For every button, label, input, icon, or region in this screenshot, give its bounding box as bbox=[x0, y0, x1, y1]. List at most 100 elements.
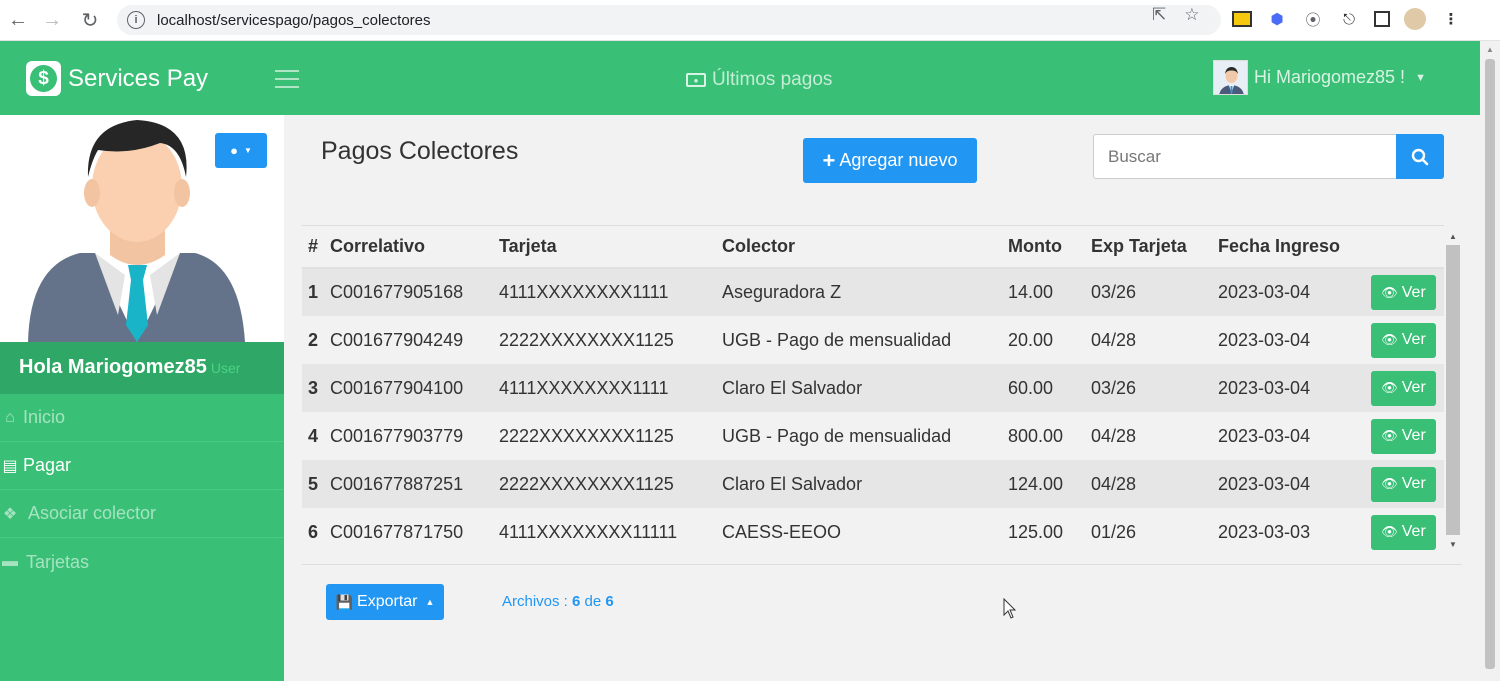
table-row: 5 C001677887251 2222XXXXXXXX1125 Claro E… bbox=[302, 460, 1444, 508]
sidebar: ● ▼ Hola Mariogomez85 User ⌂ Inicio ▤ Pag… bbox=[0, 115, 284, 681]
cell-tarjeta: 4111XXXXXXXX1111 bbox=[499, 268, 722, 316]
cell-correlativo: C001677904249 bbox=[330, 316, 499, 364]
cell-fecha-ingreso: 2023-03-03 bbox=[1218, 508, 1371, 556]
sidebar-item-inicio[interactable]: ⌂ Inicio bbox=[0, 394, 284, 442]
search-button[interactable] bbox=[1396, 134, 1444, 179]
table-row: 2 C001677904249 2222XXXXXXXX1125 UGB - P… bbox=[302, 316, 1444, 364]
brand-name: Services Pay bbox=[68, 64, 209, 92]
brand[interactable]: $ Services Pay bbox=[26, 61, 208, 96]
cell-correlativo: C001677903779 bbox=[330, 412, 499, 460]
table-row: 1 C001677905168 4111XXXXXXXX1111 Asegura… bbox=[302, 268, 1444, 316]
view-label: Ver bbox=[1401, 427, 1426, 444]
column-header-correlativo: Correlativo bbox=[330, 226, 499, 269]
ultimos-pagos-link[interactable]: ● Últimos pagos bbox=[686, 69, 832, 91]
sidebar-item-asociar-colector[interactable]: ❖ Asociar colector bbox=[0, 490, 284, 538]
cell-tarjeta: 2222XXXXXXXX1125 bbox=[499, 412, 722, 460]
table-row: 3 C001677904100 4111XXXXXXXX1111 Claro E… bbox=[302, 364, 1444, 412]
dollar-logo-icon: $ bbox=[26, 61, 61, 96]
cell-monto: 124.00 bbox=[1008, 460, 1091, 508]
row-number: 6 bbox=[302, 508, 330, 556]
view-label: Ver bbox=[1401, 475, 1426, 492]
extension-icon[interactable] bbox=[1232, 11, 1252, 27]
puzzle-icon[interactable]: ⎋ bbox=[1338, 8, 1360, 30]
column-header-number: # bbox=[302, 226, 330, 269]
cell-tarjeta: 2222XXXXXXXX1125 bbox=[499, 460, 722, 508]
view-button[interactable]: 👁 Ver bbox=[1371, 275, 1436, 310]
cell-exp-tarjeta: 03/26 bbox=[1091, 364, 1218, 412]
cell-monto: 60.00 bbox=[1008, 364, 1091, 412]
search-input[interactable] bbox=[1093, 134, 1397, 179]
menu-dots-icon[interactable]: ⋮ bbox=[1440, 8, 1462, 30]
payments-table: # Correlativo Tarjeta Colector Monto Exp… bbox=[302, 225, 1444, 565]
page-scrollbar[interactable]: ▲ bbox=[1480, 41, 1500, 681]
forward-icon[interactable]: → bbox=[34, 2, 70, 38]
sidebar-item-label: Tarjetas bbox=[26, 551, 90, 572]
table-scrollbar[interactable]: ▲ ▼ bbox=[1444, 232, 1460, 554]
cell-colector: CAESS-EEOO bbox=[722, 508, 1008, 556]
sidebar-item-pagar[interactable]: ▤ Pagar bbox=[0, 442, 284, 490]
table-scroll-thumb[interactable] bbox=[1446, 245, 1460, 535]
address-bar[interactable]: i localhost/servicespago/pagos_colectore… bbox=[117, 5, 1221, 35]
records-label: Archivos : bbox=[502, 593, 568, 610]
main-content: Pagos Colectores + Agregar nuevo # Corre… bbox=[284, 115, 1480, 681]
eye-icon: 👁 bbox=[1381, 476, 1398, 491]
profile-avatar-icon[interactable] bbox=[1404, 8, 1426, 30]
table-row: 4 C001677903779 2222XXXXXXXX1125 UGB - P… bbox=[302, 412, 1444, 460]
cell-monto: 20.00 bbox=[1008, 316, 1091, 364]
user-icon: ● bbox=[230, 143, 238, 158]
home-icon: ⌂ bbox=[5, 408, 15, 426]
money-icon: ● bbox=[686, 73, 706, 87]
share-icon[interactable]: ⇱ bbox=[1152, 5, 1166, 25]
cell-correlativo: C001677887251 bbox=[330, 460, 499, 508]
compass-icon[interactable]: ⦿ bbox=[1302, 8, 1324, 30]
add-new-button[interactable]: + Agregar nuevo bbox=[803, 138, 977, 183]
profile-options-button[interactable]: ● ▼ bbox=[215, 133, 267, 168]
view-label: Ver bbox=[1401, 379, 1426, 396]
table-scroll-down-icon[interactable]: ▼ bbox=[1449, 540, 1457, 549]
scroll-up-icon[interactable]: ▲ bbox=[1486, 45, 1494, 54]
eye-icon: 👁 bbox=[1381, 380, 1398, 395]
scroll-thumb[interactable] bbox=[1485, 59, 1495, 669]
cell-correlativo: C001677905168 bbox=[330, 268, 499, 316]
cell-fecha-ingreso: 2023-03-04 bbox=[1218, 316, 1371, 364]
view-button[interactable]: 👁 Ver bbox=[1371, 370, 1436, 406]
cell-fecha-ingreso: 2023-03-04 bbox=[1218, 460, 1371, 508]
view-label: Ver bbox=[1401, 283, 1426, 301]
side-panel-icon[interactable] bbox=[1374, 11, 1390, 27]
mouse-cursor-icon bbox=[1003, 598, 1017, 619]
back-icon[interactable]: ← bbox=[0, 2, 36, 38]
sidebar-item-tarjetas[interactable]: ▬ Tarjetas bbox=[0, 538, 284, 586]
row-number: 3 bbox=[302, 364, 330, 412]
profile-picture: ● ▼ bbox=[0, 115, 284, 342]
cell-monto: 800.00 bbox=[1008, 412, 1091, 460]
view-button[interactable]: 👁 Ver bbox=[1371, 418, 1436, 454]
view-label: Ver bbox=[1401, 331, 1426, 348]
cell-exp-tarjeta: 01/26 bbox=[1091, 508, 1218, 556]
cell-colector: Claro El Salvador bbox=[722, 364, 1008, 412]
row-number: 2 bbox=[302, 316, 330, 364]
cell-fecha-ingreso: 2023-03-04 bbox=[1218, 268, 1371, 316]
extension-color-icon[interactable]: ⬢ bbox=[1266, 8, 1288, 30]
cell-colector: UGB - Pago de mensualidad bbox=[722, 316, 1008, 364]
browser-toolbar: ← → ↻ i localhost/servicespago/pagos_col… bbox=[0, 0, 1500, 41]
column-header-exp-tarjeta: Exp Tarjeta bbox=[1091, 226, 1218, 269]
bookmark-star-icon[interactable]: ☆ bbox=[1184, 5, 1199, 25]
save-icon: 💾 bbox=[335, 593, 354, 610]
caret-down-icon: ▼ bbox=[1415, 71, 1426, 84]
eye-icon: 👁 bbox=[1381, 524, 1398, 539]
view-button[interactable]: 👁 Ver bbox=[1371, 322, 1436, 358]
view-button[interactable]: 👁 Ver bbox=[1371, 514, 1436, 550]
site-info-icon[interactable]: i bbox=[127, 11, 145, 29]
cell-tarjeta: 2222XXXXXXXX1125 bbox=[499, 316, 722, 364]
export-button[interactable]: 💾 Exportar ▲ bbox=[326, 584, 444, 620]
cell-fecha-ingreso: 2023-03-04 bbox=[1218, 412, 1371, 460]
cell-monto: 14.00 bbox=[1008, 268, 1091, 316]
column-header-colector: Colector bbox=[722, 226, 1008, 269]
hamburger-menu-icon[interactable] bbox=[275, 70, 299, 88]
cell-exp-tarjeta: 04/28 bbox=[1091, 316, 1218, 364]
reload-icon[interactable]: ↻ bbox=[72, 2, 108, 38]
table-scroll-up-icon[interactable]: ▲ bbox=[1449, 232, 1457, 241]
app-header: $ Services Pay ● Últimos pagos Hi Mariog… bbox=[0, 41, 1480, 115]
user-dropdown[interactable]: Hi Mariogomez85 ! ▼ bbox=[1213, 60, 1426, 95]
view-button[interactable]: 👁 Ver bbox=[1371, 466, 1436, 502]
